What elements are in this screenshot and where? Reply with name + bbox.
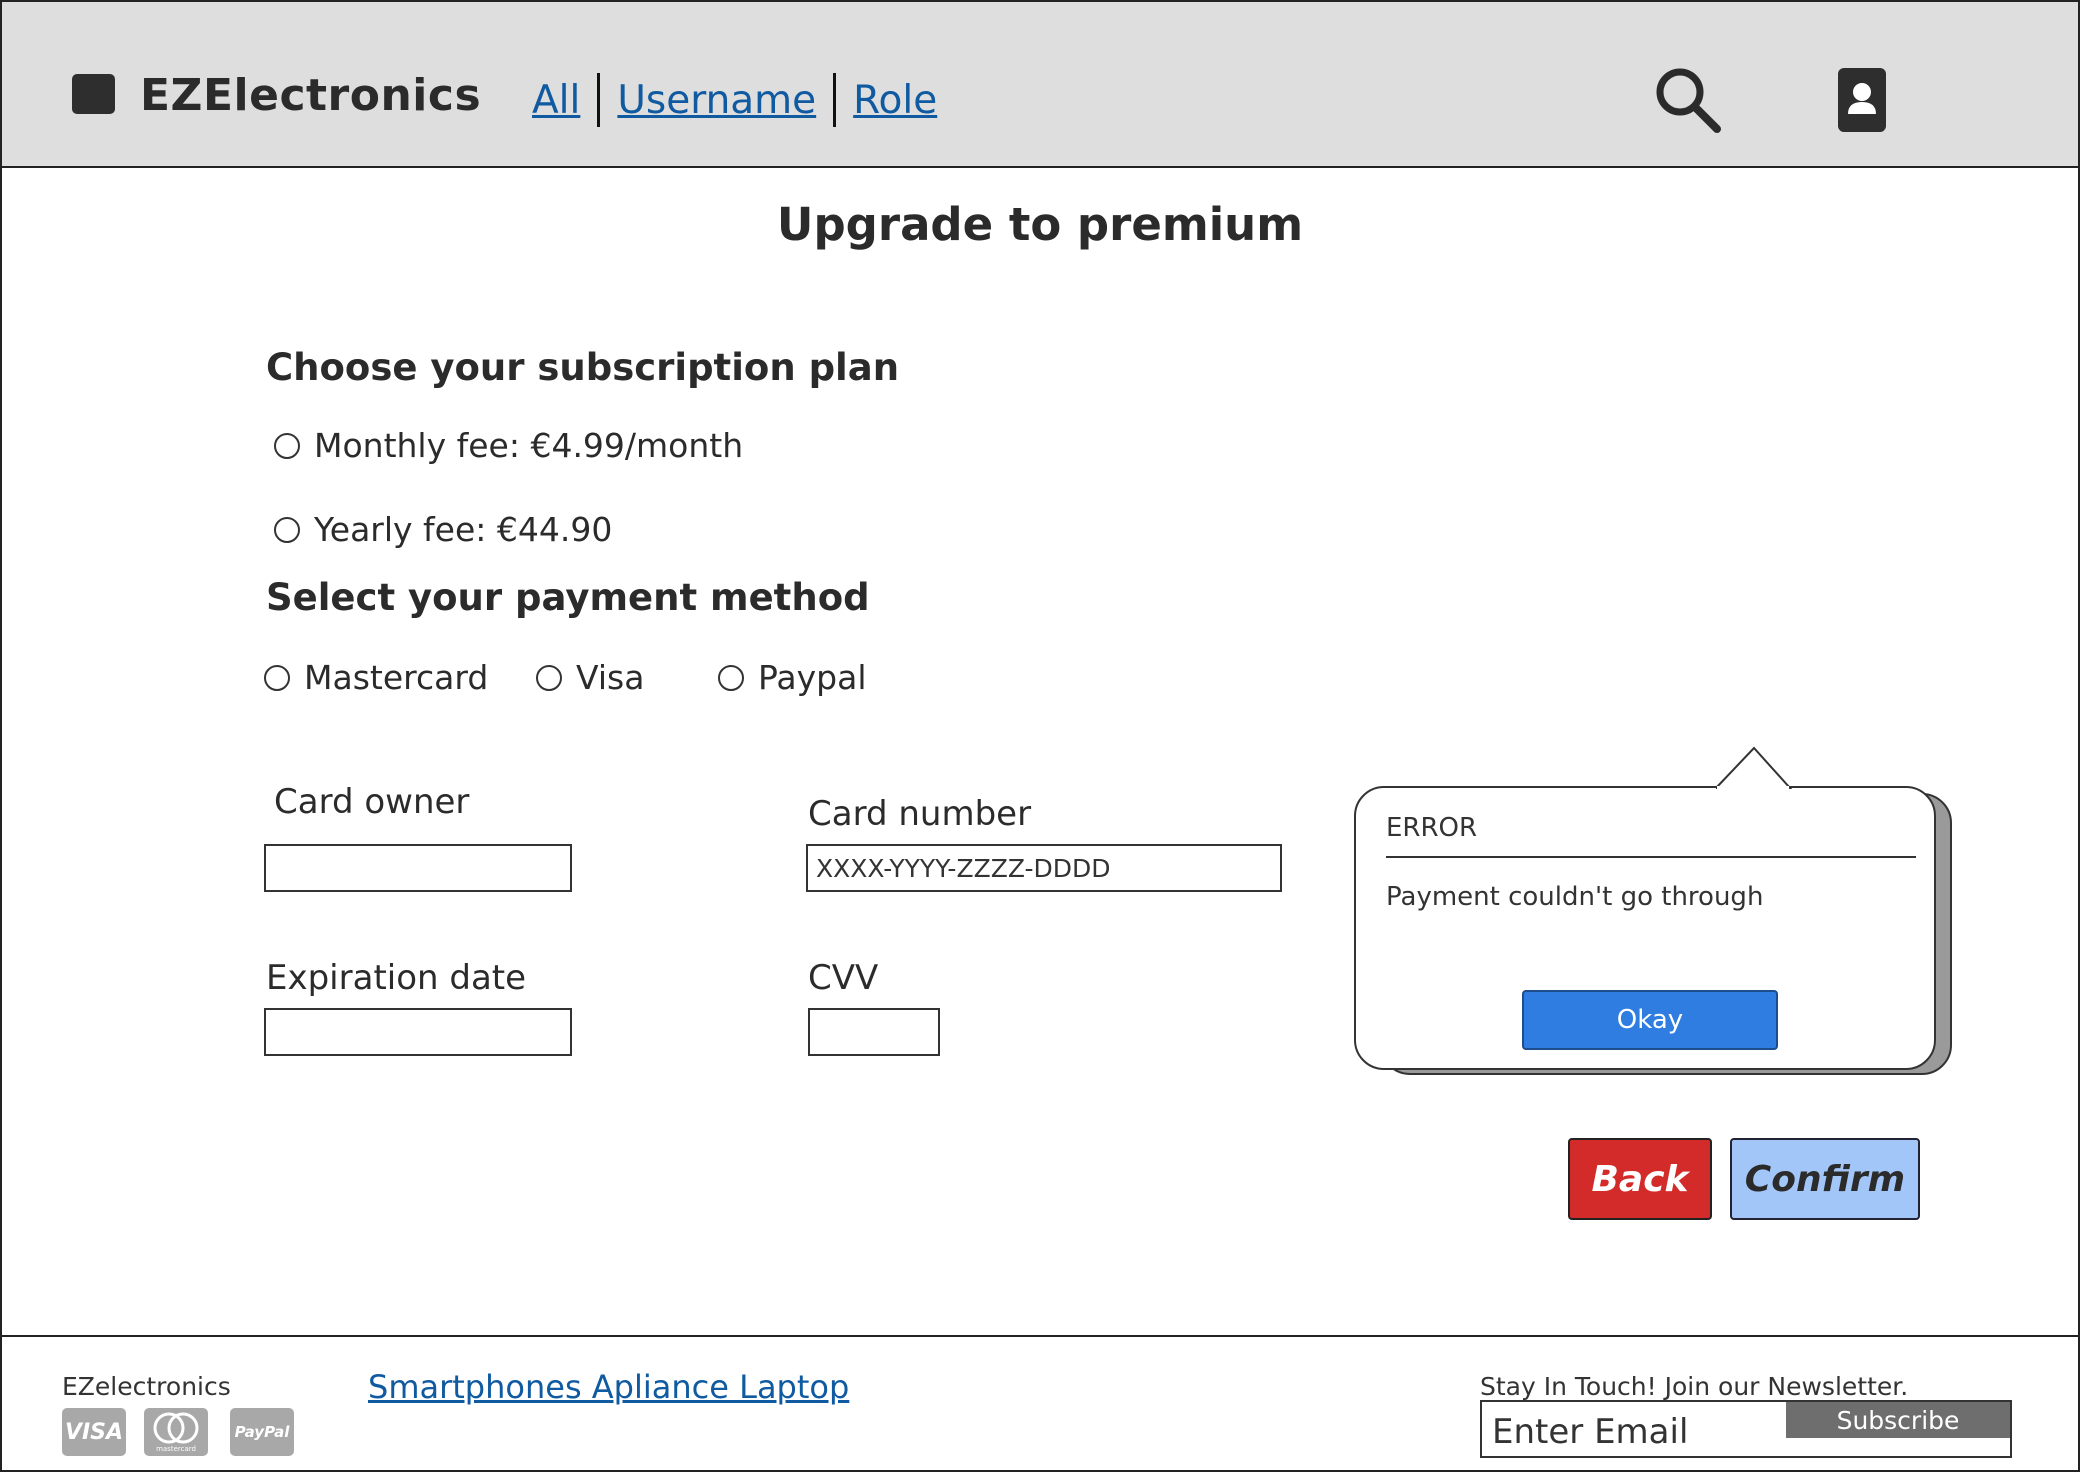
mastercard-circles-icon (153, 1412, 199, 1444)
card-owner-input[interactable] (264, 844, 572, 892)
nav-link-role[interactable]: Role (853, 78, 937, 123)
cvv-input[interactable] (808, 1008, 940, 1056)
popup-pointer (1716, 746, 1793, 790)
search-icon[interactable] (1654, 66, 1722, 134)
payment-option-visa[interactable]: Visa (536, 658, 644, 697)
plan-option-monthly[interactable]: Monthly fee: €4.99/month (274, 426, 743, 465)
footer-divider (0, 1335, 2080, 1337)
brand-name[interactable]: EZElectronics (140, 70, 481, 121)
subscribe-button[interactable]: Subscribe (1786, 1402, 2010, 1438)
footer-category-links[interactable]: Smartphones Apliance Laptop (368, 1368, 849, 1406)
nav-divider (833, 73, 837, 127)
user-profile-icon[interactable] (1838, 68, 1886, 132)
mastercard-wordmark: mastercard (156, 1445, 196, 1453)
subscription-heading: Choose your subscription plan (266, 346, 900, 389)
page-title: Upgrade to premium (776, 198, 1304, 251)
payment-option-label: Paypal (758, 658, 867, 697)
payment-option-label: Visa (576, 658, 645, 697)
popup-divider (1386, 856, 1916, 858)
radio-button[interactable] (718, 664, 744, 691)
plan-option-yearly[interactable]: Yearly fee: €44.90 (274, 510, 612, 549)
plan-option-label: Monthly fee: €4.99/month (314, 426, 744, 465)
card-number-input[interactable]: XXXX-YYYY-ZZZZ-DDDD (806, 844, 1282, 892)
footer-brand: EZelectronics (62, 1372, 231, 1401)
payment-option-label: Mastercard (304, 658, 489, 697)
error-popup-message: Payment couldn't go through (1386, 882, 1764, 912)
payment-option-paypal[interactable]: Paypal (718, 658, 867, 697)
radio-button[interactable] (274, 432, 300, 459)
cvv-label: CVV (808, 958, 879, 998)
radio-button[interactable] (536, 664, 562, 691)
expiration-date-input[interactable] (264, 1008, 572, 1056)
paypal-logo: PayPal (230, 1408, 294, 1456)
card-owner-label: Card owner (274, 782, 470, 822)
header-nav: All Username Role (532, 72, 937, 128)
nav-divider (597, 73, 601, 127)
newsletter-label: Stay In Touch! Join our Newsletter. (1480, 1372, 1909, 1401)
visa-logo: VISA (62, 1408, 126, 1456)
email-placeholder: Enter Email (1492, 1412, 1689, 1452)
nav-link-username[interactable]: Username (617, 78, 816, 123)
expiration-date-label: Expiration date (266, 958, 527, 998)
payment-heading: Select your payment method (266, 576, 870, 619)
card-number-label: Card number (808, 794, 1032, 834)
back-button[interactable]: Back (1568, 1138, 1712, 1220)
radio-button[interactable] (264, 664, 290, 691)
confirm-button[interactable]: Confirm (1730, 1138, 1920, 1220)
payment-option-mastercard[interactable]: Mastercard (264, 658, 488, 697)
error-popup-title: ERROR (1386, 813, 1478, 843)
mastercard-logo: mastercard (144, 1408, 208, 1456)
logo-icon[interactable] (72, 74, 115, 114)
nav-link-all[interactable]: All (532, 78, 580, 123)
radio-button[interactable] (274, 516, 300, 543)
plan-option-label: Yearly fee: €44.90 (314, 510, 613, 549)
okay-button[interactable]: Okay (1522, 990, 1778, 1050)
card-number-value: XXXX-YYYY-ZZZZ-DDDD (816, 854, 1111, 883)
